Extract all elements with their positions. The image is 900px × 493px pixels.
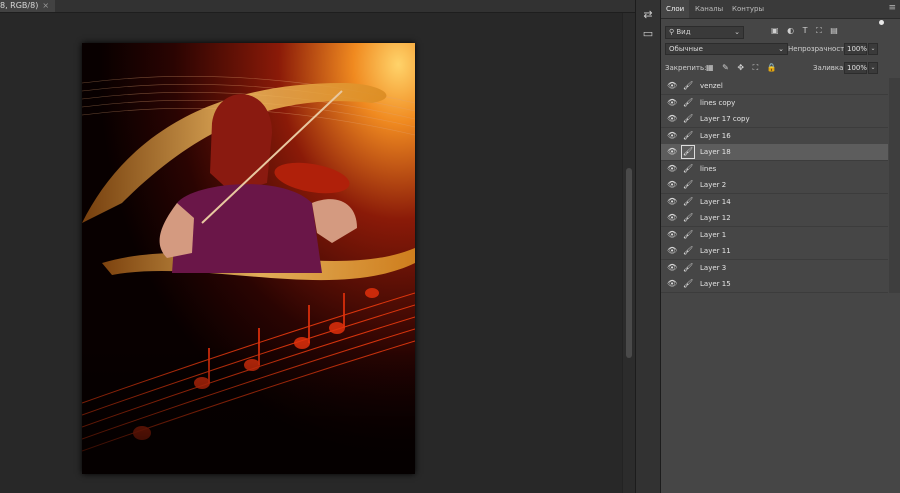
- adjustment-filter-icon[interactable]: ◐: [787, 26, 794, 35]
- panel-tabs: Слои Каналы Контуры ≡: [661, 0, 900, 19]
- lock-icons: ▦ ✎ ✥ ⛶ 🔒: [706, 63, 783, 73]
- shape-filter-icon[interactable]: ⛶: [816, 26, 822, 35]
- layer-name[interactable]: Layer 17 copy: [700, 111, 750, 127]
- close-icon[interactable]: ×: [42, 1, 49, 10]
- layer-name[interactable]: lines copy: [700, 95, 735, 111]
- filter-toggle-icon[interactable]: [879, 20, 884, 25]
- visibility-eye-icon[interactable]: 👁: [667, 114, 677, 124]
- layer-row[interactable]: 👁 🖌 Layer 14: [661, 193, 888, 211]
- chevron-down-icon: ⌄: [778, 45, 784, 53]
- visibility-eye-icon[interactable]: 👁: [667, 180, 677, 190]
- lock-artboard-icon[interactable]: ⛶: [753, 63, 759, 72]
- layer-thumbnail-brush-icon: 🖌: [683, 196, 694, 206]
- lock-label: Закрепить:: [665, 64, 707, 72]
- layer-thumbnail-brush-icon: 🖌: [683, 213, 694, 222]
- layer-filter-select[interactable]: ⚲ Вид ⌄: [665, 26, 744, 39]
- smart-object-filter-icon[interactable]: ▤: [830, 26, 838, 35]
- fill-label: Заливка:: [813, 64, 846, 72]
- layer-name[interactable]: Layer 11: [700, 243, 731, 259]
- layer-name[interactable]: Layer 3: [700, 260, 726, 276]
- visibility-eye-icon[interactable]: 👁: [667, 147, 677, 157]
- tab-layers[interactable]: Слои: [661, 0, 690, 18]
- opacity-label: Непрозрачность:: [788, 45, 851, 53]
- layer-thumbnail-brush-icon: 🖌: [683, 279, 694, 288]
- lock-all-icon[interactable]: 🔒: [767, 63, 777, 72]
- layer-thumbnail-brush-icon: 🖌: [683, 163, 694, 173]
- blend-mode-select[interactable]: Обычные ⌄: [665, 43, 788, 55]
- lock-pixels-icon[interactable]: ▦: [706, 63, 714, 72]
- layer-row[interactable]: 👁 🖌 lines copy: [661, 94, 888, 112]
- artwork-image: [82, 43, 415, 474]
- layer-thumbnail-brush-icon: 🖌: [681, 145, 695, 159]
- layer-thumbnail-brush-icon: 🖌: [683, 262, 694, 272]
- type-filter-icon[interactable]: T: [803, 26, 808, 35]
- layer-thumbnail-brush-icon: 🖌: [683, 229, 694, 239]
- panel-menu-icon[interactable]: ≡: [888, 3, 896, 13]
- visibility-eye-icon[interactable]: 👁: [667, 279, 677, 289]
- search-icon: ⚲: [669, 28, 675, 36]
- opacity-input[interactable]: 100%: [844, 43, 867, 55]
- lock-paint-icon[interactable]: ✎: [722, 63, 729, 72]
- layer-thumbnail-brush-icon: 🖌: [683, 246, 694, 255]
- layer-row[interactable]: 👁 🖌 Layer 16: [661, 127, 888, 145]
- layer-name[interactable]: Layer 16: [700, 128, 731, 144]
- pixel-filter-icon[interactable]: ▣: [771, 26, 779, 35]
- layer-name[interactable]: Layer 1: [700, 227, 726, 243]
- layer-row[interactable]: 👁 🖌 Layer 2: [661, 177, 888, 194]
- layer-name[interactable]: lines: [700, 161, 716, 177]
- blend-mode-value: Обычные: [669, 45, 703, 53]
- visibility-eye-icon[interactable]: 👁: [667, 197, 677, 207]
- tab-paths[interactable]: Контуры: [727, 0, 769, 18]
- document-tab-bar: 8, RGB/8) ×: [0, 0, 635, 13]
- tab-channels[interactable]: Каналы: [690, 0, 728, 18]
- layer-name[interactable]: Layer 12: [700, 210, 731, 226]
- layer-thumbnail-brush-icon: 🖌: [683, 180, 694, 189]
- layer-row[interactable]: 👁 🖌 Layer 12: [661, 210, 888, 227]
- visibility-eye-icon[interactable]: 👁: [667, 230, 677, 240]
- layer-row[interactable]: 👁 🖌 Layer 18: [661, 144, 888, 161]
- visibility-eye-icon[interactable]: 👁: [667, 131, 677, 141]
- fill-input[interactable]: 100%: [844, 62, 867, 74]
- opacity-dropdown[interactable]: ⌄: [868, 43, 878, 55]
- visibility-eye-icon[interactable]: 👁: [667, 81, 677, 91]
- layer-row[interactable]: 👁 🖌 lines: [661, 160, 888, 178]
- layers-scrollbar[interactable]: [889, 78, 900, 293]
- layer-filter-value: Вид: [676, 28, 691, 36]
- layer-row[interactable]: 👁 🖌 Layer 3: [661, 259, 888, 277]
- fill-dropdown[interactable]: ⌄: [868, 62, 878, 74]
- layer-row[interactable]: 👁 🖌 Layer 17 copy: [661, 111, 888, 128]
- layer-row[interactable]: 👁 🖌 Layer 1: [661, 226, 888, 244]
- layer-thumbnail-brush-icon: 🖌: [683, 114, 694, 123]
- document-tab-label: 8, RGB/8): [0, 1, 39, 10]
- layer-name[interactable]: Layer 14: [700, 194, 731, 210]
- visibility-eye-icon[interactable]: 👁: [667, 164, 677, 174]
- visibility-eye-icon[interactable]: 👁: [667, 263, 677, 273]
- scrollbar-thumb[interactable]: [626, 168, 632, 358]
- layer-row[interactable]: 👁 🖌 Layer 11: [661, 243, 888, 260]
- canvas-vertical-scrollbar[interactable]: [622, 13, 636, 493]
- lock-position-icon[interactable]: ✥: [737, 63, 744, 72]
- layer-name[interactable]: Layer 2: [700, 177, 726, 193]
- layer-row[interactable]: 👁 🖌 venzel: [661, 78, 888, 95]
- document-tab[interactable]: 8, RGB/8) ×: [0, 0, 56, 12]
- layer-name[interactable]: venzel: [700, 78, 723, 94]
- layer-thumbnail-brush-icon: 🖌: [683, 130, 694, 140]
- visibility-eye-icon[interactable]: 👁: [667, 213, 677, 223]
- visibility-eye-icon[interactable]: 👁: [667, 98, 677, 108]
- layer-thumbnail-brush-icon: 🖌: [683, 97, 694, 107]
- panel-tool-strip: ⇄ ▭: [635, 0, 661, 493]
- history-brush-icon[interactable]: ⇄: [641, 8, 655, 22]
- layer-row[interactable]: 👁 🖌 Layer 15: [661, 276, 888, 293]
- layer-name[interactable]: Layer 18: [700, 144, 731, 160]
- layer-thumbnail-brush-icon: 🖌: [683, 81, 694, 90]
- layer-name[interactable]: Layer 15: [700, 276, 731, 292]
- visibility-eye-icon[interactable]: 👁: [667, 246, 677, 256]
- layers-panel: Слои Каналы Контуры ≡ ⚲ Вид ⌄ ▣ ◐ T ⛶ ▤ …: [661, 0, 900, 493]
- document-artwork[interactable]: [82, 43, 415, 474]
- comment-icon[interactable]: ▭: [641, 27, 655, 41]
- layer-filter-icons: ▣ ◐ T ⛶ ▤: [771, 26, 844, 37]
- chevron-down-icon: ⌄: [734, 28, 740, 36]
